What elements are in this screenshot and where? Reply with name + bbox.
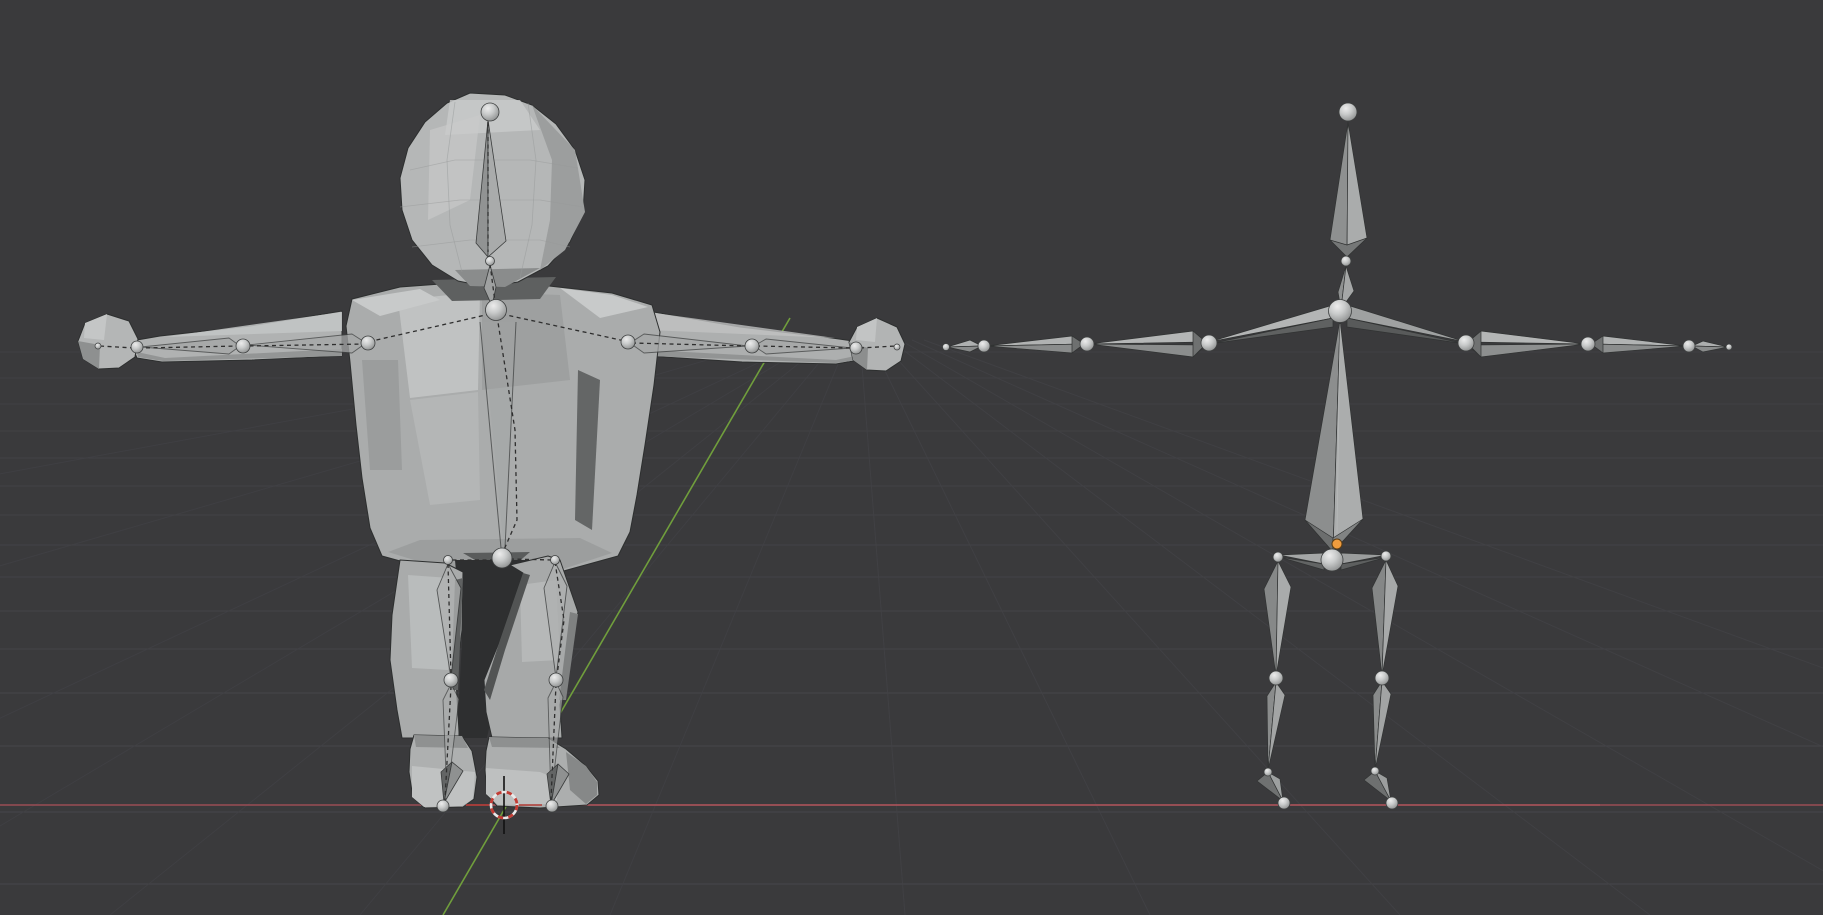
joint-ball-pelvis [492, 548, 512, 568]
armature2-joint-head-top [1339, 103, 1357, 121]
joint-ball-elbow-right [745, 339, 759, 353]
joint-ball-hand-tip-left [95, 343, 101, 349]
armature2-joint-wrist-left [978, 340, 990, 352]
armature2-joint-hip-left [1273, 552, 1283, 562]
character-foot-left-top-shade [414, 735, 468, 748]
joint-ball-hip-right [551, 556, 560, 565]
joint-ball-knee-right [549, 673, 563, 687]
armature2-joint-toe-right [1386, 797, 1398, 809]
armature2-joint-shoulder-right [1458, 335, 1474, 351]
armature2-joint-ankle-right [1371, 767, 1379, 775]
joint-ball-head-top [481, 103, 499, 121]
armature2-joint-chest [1329, 300, 1352, 323]
joint-ball-toe-right [546, 800, 558, 812]
armature2-joint-hip-right [1381, 551, 1391, 561]
armature2-joint-hand-tip-left [943, 344, 950, 351]
armature2-joint-knee-right [1375, 671, 1389, 685]
scene-svg [0, 0, 1823, 915]
joint-ball-chest [486, 300, 507, 321]
blender-3d-viewport[interactable] [0, 0, 1823, 915]
armature2-joint-pelvis [1321, 549, 1343, 571]
armature2-joint-elbow-right [1581, 337, 1595, 351]
armature2-joint-wrist-right [1683, 340, 1695, 352]
armature2-joint-toe-left [1278, 797, 1290, 809]
armature2-joint-elbow-left [1080, 337, 1094, 351]
armature2-joint-ankle-left [1264, 768, 1272, 776]
scene-shapes [0, 0, 1823, 915]
joint-ball-shoulder-left [361, 336, 375, 350]
armature2-joint-hand-tip-right [1726, 344, 1732, 350]
armature2-origin-dot [1332, 539, 1342, 549]
joint-ball-wrist-right [850, 342, 862, 354]
joint-ball-wrist-left [131, 341, 143, 353]
joint-ball-knee-left [444, 673, 458, 687]
joint-ball-toe-left [437, 800, 449, 812]
joint-ball-shoulder-right [621, 335, 635, 349]
armature2-joint-neck [1341, 256, 1351, 266]
armature2-joint-shoulder-left [1201, 335, 1217, 351]
armature2-joint-knee-left [1269, 671, 1283, 685]
joint-ball-elbow-left [236, 339, 250, 353]
joint-ball-hip-left [444, 556, 453, 565]
joint-ball-neck [486, 257, 495, 266]
joint-ball-hand-tip-right [894, 344, 900, 350]
